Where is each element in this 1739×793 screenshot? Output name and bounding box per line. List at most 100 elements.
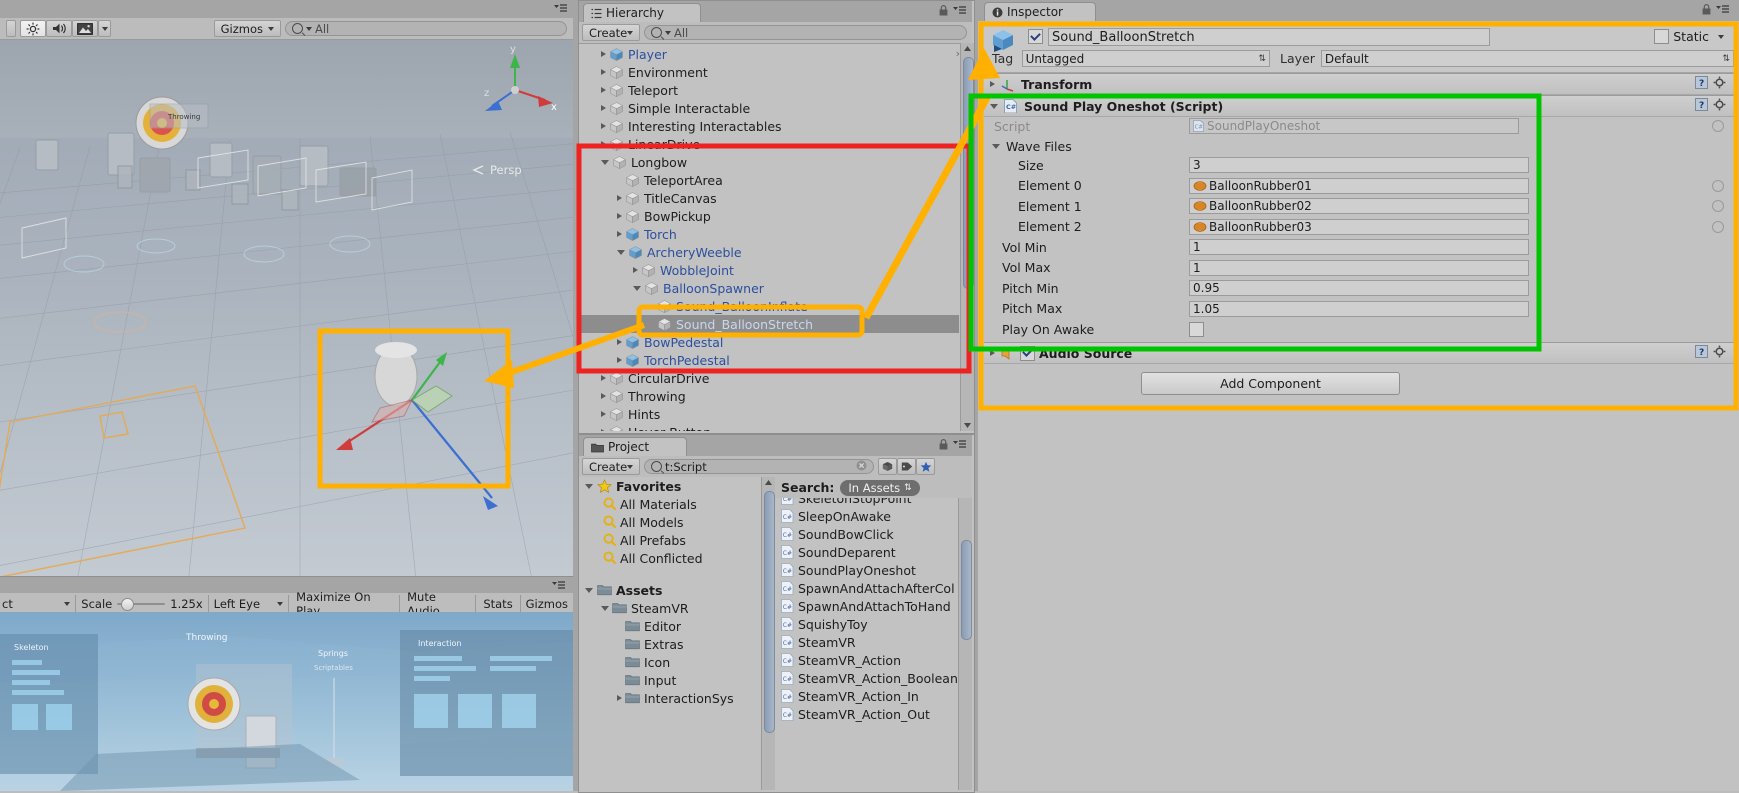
object-field[interactable]: BalloonRubber01 bbox=[1189, 177, 1529, 194]
lock-icon[interactable] bbox=[1702, 4, 1711, 18]
project-result-spawnandattachtohand[interactable]: C# SpawnAndAttachToHand bbox=[781, 597, 959, 615]
options-icon[interactable] bbox=[554, 3, 567, 14]
hierarchy-search-input[interactable]: All bbox=[644, 25, 967, 40]
object-field[interactable]: BalloonRubber03 bbox=[1189, 218, 1529, 235]
chevron-down-icon[interactable] bbox=[992, 143, 1000, 149]
game-gizmos-button[interactable]: Gizmos bbox=[521, 597, 573, 611]
hierarchy-item-sound-balloonstretch[interactable]: Sound_BalloonStretch bbox=[579, 315, 959, 333]
number-field[interactable]: 1 bbox=[1189, 239, 1529, 256]
project-tree-scrollbar[interactable] bbox=[761, 477, 775, 790]
hierarchy-item-environment[interactable]: Environment bbox=[579, 63, 959, 81]
pivot-toggle-button[interactable] bbox=[6, 20, 16, 37]
chevron-down-icon[interactable] bbox=[585, 483, 593, 489]
chevron-right-icon[interactable] bbox=[617, 357, 622, 363]
hierarchy-item-lineardrive[interactable]: LinearDrive bbox=[579, 135, 959, 153]
chevron-right-icon[interactable] bbox=[601, 51, 606, 57]
component-audio-source-header[interactable]: Audio Source ? bbox=[984, 342, 1734, 364]
hierarchy-item-archeryweeble[interactable]: ArcheryWeeble bbox=[579, 243, 959, 261]
prefab-override-dot-icon[interactable] bbox=[1712, 179, 1724, 192]
project-result-soundplayoneshot[interactable]: C# SoundPlayOneshot bbox=[781, 561, 959, 579]
effects-toggle-button[interactable] bbox=[72, 20, 98, 37]
add-component-button[interactable]: Add Component bbox=[1141, 372, 1400, 395]
options-icon[interactable] bbox=[552, 580, 565, 591]
hierarchy-create-button[interactable]: Create bbox=[582, 24, 640, 41]
project-result-steamvr[interactable]: C# SteamVR bbox=[781, 633, 959, 651]
chevron-down-icon[interactable] bbox=[633, 285, 641, 291]
hierarchy-item-bowpedestal[interactable]: BowPedestal bbox=[579, 333, 959, 351]
chevron-right-icon[interactable] bbox=[617, 213, 622, 219]
project-result-skeletonstoppoint[interactable]: C# SkeletonStopPoint bbox=[781, 498, 959, 507]
assets-foldout[interactable]: Assets bbox=[579, 581, 761, 599]
chevron-down-icon[interactable] bbox=[1718, 34, 1724, 39]
chevron-right-icon[interactable] bbox=[601, 87, 606, 93]
favorites-foldout[interactable]: Favorites bbox=[579, 477, 761, 495]
project-result-squishytoy[interactable]: C# SquishyToy bbox=[781, 615, 959, 633]
hierarchy-tree[interactable]: Player Environment Teleport Simple Interact… bbox=[579, 45, 959, 431]
tab-inspector[interactable]: Inspector bbox=[984, 2, 1096, 21]
scene-search-input[interactable]: All bbox=[285, 21, 567, 36]
project-result-steamvr-action-in[interactable]: C# SteamVR_Action_In bbox=[781, 687, 959, 705]
scroll-up-arrow-icon[interactable] bbox=[763, 477, 774, 488]
project-result-steamvr-action-boolean[interactable]: C# SteamVR_Action_Boolean bbox=[781, 669, 959, 687]
help-icon[interactable]: ? bbox=[1695, 98, 1708, 114]
project-folder-steamvr[interactable]: SteamVR bbox=[579, 599, 761, 617]
search-scope-button[interactable]: In Assets ⇅ bbox=[840, 479, 920, 496]
chevron-right-icon[interactable] bbox=[633, 267, 638, 273]
play-on-awake-checkbox[interactable] bbox=[1189, 321, 1204, 337]
object-enabled-checkbox[interactable] bbox=[1028, 29, 1043, 44]
component-script-header[interactable]: C# Sound Play Oneshot (Script) ? bbox=[984, 95, 1734, 117]
project-result-steamvr-action[interactable]: C# SteamVR_Action bbox=[781, 651, 959, 669]
favorite-star-icon[interactable] bbox=[916, 458, 935, 475]
hierarchy-item-longbow[interactable]: Longbow bbox=[579, 153, 959, 171]
project-folder-interactionsys[interactable]: InteractionSys bbox=[579, 689, 761, 707]
hierarchy-item-wobblejoint[interactable]: WobbleJoint bbox=[579, 261, 959, 279]
hierarchy-item-torchpedestal[interactable]: TorchPedestal bbox=[579, 351, 959, 369]
favorite-item-all-conflicted[interactable]: All Conflicted bbox=[579, 549, 761, 567]
object-field[interactable]: BalloonRubber02 bbox=[1189, 198, 1529, 215]
search-scope-bar[interactable]: Search: In Assets ⇅ bbox=[775, 477, 972, 498]
lighting-toggle-button[interactable] bbox=[20, 20, 46, 37]
chevron-down-icon[interactable] bbox=[601, 159, 609, 165]
chevron-right-icon[interactable] bbox=[601, 105, 606, 111]
hierarchy-item-interesting-interactables[interactable]: Interesting Interactables bbox=[579, 117, 959, 135]
favorite-item-all-models[interactable]: All Models bbox=[579, 513, 761, 531]
chevron-right-icon[interactable] bbox=[601, 411, 606, 417]
effects-dropdown-button[interactable] bbox=[98, 20, 111, 37]
chevron-right-icon[interactable] bbox=[990, 81, 995, 87]
clear-circle-icon[interactable] bbox=[856, 460, 867, 474]
project-result-soundbowclick[interactable]: C# SoundBowClick bbox=[781, 525, 959, 543]
scroll-up-arrow-icon[interactable] bbox=[962, 43, 973, 54]
project-folder-extras[interactable]: Extras bbox=[579, 635, 761, 653]
favorite-item-all-materials[interactable]: All Materials bbox=[579, 495, 761, 513]
audio-source-enabled-checkbox[interactable] bbox=[1020, 345, 1035, 361]
wave-files-foldout[interactable]: Wave Files bbox=[984, 136, 1734, 157]
options-icon[interactable] bbox=[953, 439, 966, 453]
number-field[interactable]: 3 bbox=[1189, 157, 1529, 174]
hierarchy-item-throwing[interactable]: Throwing bbox=[579, 387, 959, 405]
prefab-override-dot-icon[interactable] bbox=[1712, 120, 1724, 133]
chevron-right-icon[interactable] bbox=[617, 231, 622, 237]
stats-toggle[interactable]: Stats bbox=[476, 597, 519, 611]
hierarchy-item-player[interactable]: Player bbox=[579, 45, 959, 63]
chevron-right-icon[interactable] bbox=[601, 69, 606, 75]
hierarchy-item-teleportarea[interactable]: TeleportArea bbox=[579, 171, 959, 189]
project-result-sleeponawake[interactable]: C# SleepOnAwake bbox=[781, 507, 959, 525]
project-results-pane[interactable]: Search: In Assets ⇅ C# SkeletonStopPoint C… bbox=[775, 477, 972, 790]
chevron-down-icon[interactable] bbox=[617, 249, 625, 255]
static-checkbox[interactable] bbox=[1654, 29, 1670, 44]
hierarchy-item-hints[interactable]: Hints bbox=[579, 405, 959, 423]
hierarchy-item-simple-interactable[interactable]: Simple Interactable bbox=[579, 99, 959, 117]
project-result-steamvr-action-out[interactable]: C# SteamVR_Action_Out bbox=[781, 705, 959, 723]
chevron-right-icon[interactable] bbox=[617, 695, 622, 701]
scene-view-toolbar[interactable]: Gizmos All bbox=[0, 18, 573, 40]
options-icon[interactable] bbox=[1716, 4, 1729, 18]
gear-icon[interactable] bbox=[1713, 76, 1726, 92]
hierarchy-item-torch[interactable]: Torch bbox=[579, 225, 959, 243]
project-search-input[interactable]: t:Script bbox=[644, 459, 874, 474]
gizmos-dropdown-button[interactable]: Gizmos bbox=[213, 20, 281, 37]
chevron-right-icon[interactable] bbox=[601, 375, 606, 381]
lock-icon[interactable] bbox=[939, 5, 948, 19]
audio-toggle-button[interactable] bbox=[46, 20, 72, 37]
prefab-override-dot-icon[interactable] bbox=[1712, 200, 1724, 213]
object-name-input[interactable]: Sound_BalloonStretch bbox=[1048, 28, 1490, 46]
